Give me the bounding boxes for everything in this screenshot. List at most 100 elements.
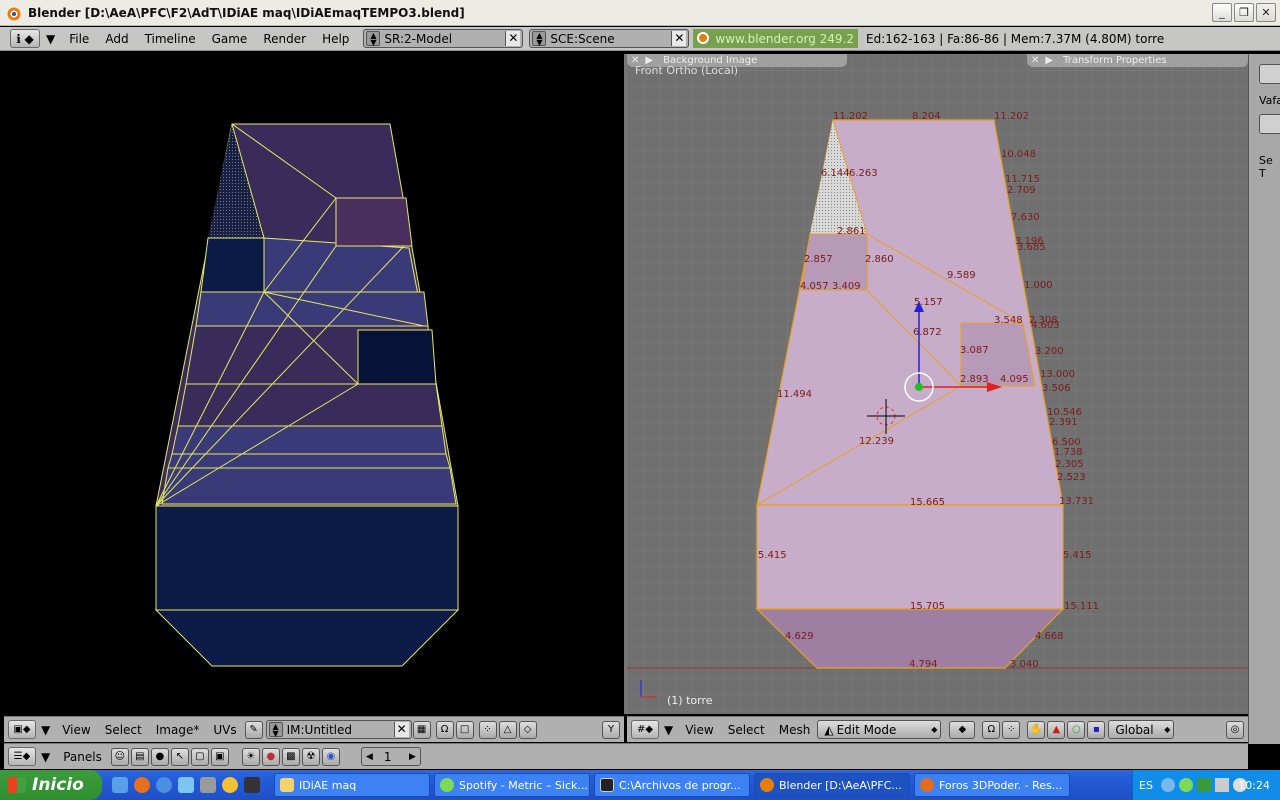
close-icon[interactable]: ✕ [1031, 55, 1039, 66]
scene-spin-icon[interactable]: ▲ ▼ [532, 31, 547, 47]
frame-right-icon[interactable]: ▶ [409, 752, 416, 762]
panels-label: Panels [63, 749, 102, 764]
pack-icon[interactable]: ▦ [412, 720, 431, 739]
image-spin-icon[interactable]: ▲ ▼ [268, 722, 283, 738]
shading-icon[interactable]: ● [150, 747, 169, 766]
language-indicator[interactable]: ES [1139, 779, 1153, 792]
window-controls: _ ❐ ✕ [1212, 3, 1276, 22]
maximize-button[interactable]: ❐ [1234, 3, 1254, 22]
desktop-icon[interactable] [112, 777, 128, 793]
collapse-triangle-icon[interactable]: ▼ [41, 723, 50, 737]
rotate-widget-icon[interactable]: ▲ [1047, 720, 1066, 739]
scene-selector[interactable]: ▲ ▼ SCE:Scene ✕ [529, 29, 690, 48]
start-button[interactable]: Inicio [0, 770, 102, 800]
layer-icon[interactable]: ◎ [1226, 720, 1244, 739]
screen-delete-icon[interactable]: ✕ [505, 31, 521, 46]
menu-add[interactable]: Add [97, 32, 136, 46]
logic-icon[interactable]: ☺ [110, 747, 129, 766]
draw-face-icon[interactable]: □ [455, 720, 474, 739]
firefox-icon[interactable] [134, 777, 150, 793]
system-tray: ES 10:24 [1132, 770, 1280, 800]
task-button[interactable]: C:\Archivos de progr... [594, 773, 750, 797]
dimension-label: 5.415 [758, 550, 787, 561]
scene-icon[interactable]: ▣ [210, 747, 229, 766]
object-icon[interactable]: ↖ [170, 747, 189, 766]
3d-viewport[interactable]: 11.202 8.204 11.202 10.048 11.715 2.709 … [627, 54, 1248, 714]
task-button[interactable]: Foros 3DPoder. - Res... [914, 773, 1070, 797]
script-icon[interactable]: ▤ [130, 747, 149, 766]
snap-icon[interactable]: Ω [435, 720, 454, 739]
collapse-triangle-icon[interactable]: ▼ [46, 32, 55, 46]
translate-widget-icon[interactable]: ▪ [1087, 720, 1106, 739]
uv-editor-viewport[interactable] [4, 54, 624, 714]
chrome-icon[interactable] [222, 777, 238, 793]
network-icon[interactable] [1196, 778, 1211, 792]
vertex-select-icon[interactable]: ⁘ [478, 720, 497, 739]
task-button[interactable]: IDiAE maq [274, 773, 430, 797]
sync-select-icon[interactable]: Y [602, 720, 620, 739]
transform-properties-panel[interactable]: ✕ ▶ Transform Properties [1027, 54, 1248, 67]
dimension-label: 5.415 [1063, 550, 1092, 561]
snap-icon[interactable]: Ω [982, 720, 1001, 739]
scene-delete-icon[interactable]: ✕ [671, 31, 687, 46]
orientation-selector[interactable]: Global [1108, 720, 1175, 739]
tray-arrow-icon[interactable] [1160, 778, 1175, 792]
editing-icon[interactable]: ▢ [190, 747, 209, 766]
uv-menu-image[interactable]: Image* [149, 723, 207, 737]
3d-menu-select[interactable]: Select [721, 723, 772, 737]
window-type-button[interactable]: ℹ ◆ [10, 29, 40, 48]
pin-icon[interactable]: ✎ [244, 720, 263, 739]
dimension-label: 1.000 [1024, 280, 1053, 291]
pivot-icon[interactable]: ⁘ [1002, 720, 1021, 739]
frame-left-icon[interactable]: ◀ [366, 752, 373, 762]
island-select-icon[interactable]: ◇ [518, 720, 537, 739]
spotify-tray-icon[interactable] [1178, 778, 1193, 792]
uv-menu-uvs[interactable]: UVs [206, 723, 243, 737]
3d-grid-and-mesh[interactable] [627, 54, 1248, 714]
world-icon[interactable]: ◉ [321, 747, 340, 766]
strip-button[interactable] [1259, 64, 1280, 84]
task-button[interactable]: Blender [D:\AeA\PFC... [754, 773, 910, 797]
menu-file[interactable]: File [61, 32, 97, 46]
menu-render[interactable]: Render [255, 32, 314, 46]
close-button[interactable]: ✕ [1256, 3, 1276, 22]
panel-expand-icon[interactable]: ▶ [1045, 55, 1053, 66]
task-button[interactable]: Spotify - Metric – Sick... [434, 773, 590, 797]
texture-icon[interactable]: ▩ [281, 747, 300, 766]
face-select-icon[interactable]: △ [498, 720, 517, 739]
menu-timeline[interactable]: Timeline [137, 32, 204, 46]
uv-menu-view[interactable]: View [55, 723, 97, 737]
strip-button[interactable] [1259, 114, 1280, 134]
ie-icon[interactable] [156, 777, 172, 793]
radio-icon[interactable]: ☢ [301, 747, 320, 766]
image-unlink-icon[interactable]: ✕ [393, 722, 409, 737]
messenger-icon[interactable] [178, 777, 194, 793]
uv-menu-select[interactable]: Select [98, 723, 149, 737]
collapse-triangle-icon[interactable]: ▼ [664, 723, 673, 737]
menu-game[interactable]: Game [204, 32, 256, 46]
dimension-label: 2.391 [1049, 417, 1078, 428]
editor-type-button[interactable]: #◆ [631, 720, 659, 739]
3d-menu-mesh[interactable]: Mesh [772, 723, 818, 737]
collapse-triangle-icon[interactable]: ▼ [41, 750, 50, 764]
media-icon[interactable] [200, 777, 216, 793]
scale-widget-icon[interactable]: ○ [1067, 720, 1086, 739]
phone-icon[interactable] [244, 777, 260, 793]
dimension-label: 3.506 [1042, 383, 1071, 394]
lamp-icon[interactable]: ☀ [241, 747, 260, 766]
menu-help[interactable]: Help [314, 32, 357, 46]
frame-field[interactable]: ◀ 1 ▶ [360, 747, 421, 766]
screen-selector[interactable]: ▲ ▼ SR:2-Model ✕ [363, 29, 524, 48]
material-icon[interactable]: ● [261, 747, 280, 766]
draw-type-icon[interactable]: ◆ [949, 720, 976, 739]
mode-selector[interactable]: ◭ Edit Mode [817, 720, 942, 739]
image-selector[interactable]: ▲ ▼ IM:Untitled ✕ [265, 720, 412, 739]
3d-menu-view[interactable]: View [678, 723, 720, 737]
editor-type-button[interactable]: ▣◆ [8, 720, 36, 739]
screen-spin-icon[interactable]: ▲ ▼ [366, 31, 381, 47]
minimize-button[interactable]: _ [1212, 3, 1232, 22]
volume-icon[interactable] [1214, 778, 1229, 792]
uv-layout[interactable] [4, 54, 624, 714]
hand-icon[interactable]: ✋ [1027, 720, 1046, 739]
editor-type-button[interactable]: ☰◆ [8, 747, 36, 766]
